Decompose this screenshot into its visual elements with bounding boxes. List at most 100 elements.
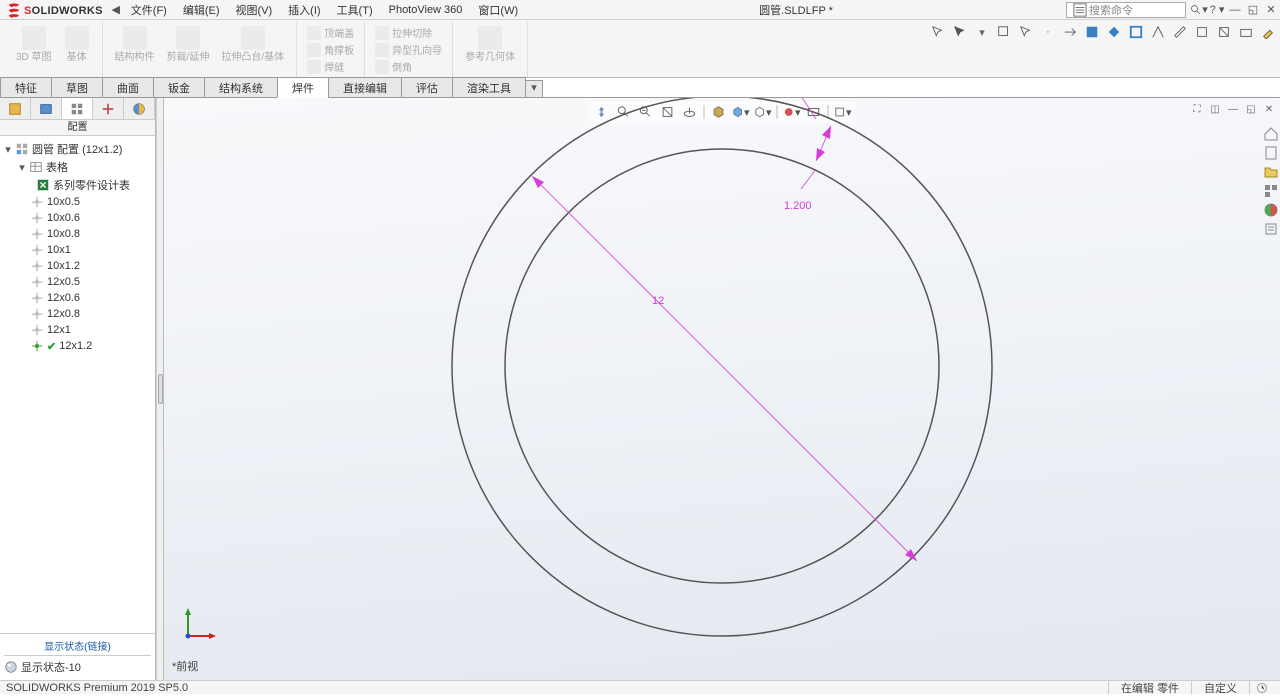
ribbon-dash-icon[interactable]: ·	[1040, 24, 1056, 40]
diameter-dim-text[interactable]: 12	[652, 295, 664, 307]
tree-root-label: 圆管 配置 (12x1.2)	[32, 141, 122, 157]
ribbon-pointer-icon[interactable]	[1018, 24, 1034, 40]
tp-view-palette-icon[interactable]	[1263, 183, 1279, 199]
tp-resources-icon[interactable]	[1263, 145, 1279, 161]
tab-render[interactable]: 渲染工具	[452, 77, 526, 98]
tp-appearances-icon[interactable]	[1263, 202, 1279, 218]
ribbon-marker-icon[interactable]	[996, 24, 1012, 40]
tab-structsys[interactable]: 结构系统	[204, 77, 278, 98]
ribbon-origin-icon[interactable]	[1150, 24, 1166, 40]
view-triad[interactable]	[178, 606, 218, 646]
ribbon-ruler-icon[interactable]	[1172, 24, 1188, 40]
ribbon-blue1-icon[interactable]	[1084, 24, 1100, 40]
command-search[interactable]: 搜索命令	[1066, 2, 1186, 18]
ribbon-cut[interactable]: 拉伸切除	[371, 24, 446, 41]
dim-arrow-icon	[822, 126, 831, 139]
ribbon-chamfer[interactable]: 倒角	[371, 58, 446, 75]
ribbon-select2-icon[interactable]	[952, 24, 968, 40]
tree-config-item[interactable]: 10x0.6	[2, 210, 153, 226]
ribbon-shape3-icon[interactable]	[1238, 24, 1254, 40]
tab-sheetmetal[interactable]: 钣金	[153, 77, 205, 98]
menu-window[interactable]: 窗口(W)	[470, 0, 526, 19]
vp-close[interactable]: ✕	[1262, 102, 1276, 116]
ribbon-blue3-icon[interactable]	[1128, 24, 1144, 40]
menu-view[interactable]: 视图(V)	[228, 0, 281, 19]
vp-minimize[interactable]: —	[1226, 102, 1240, 116]
vp-link-icon[interactable]: ⛶	[1190, 102, 1204, 116]
ribbon-base[interactable]: 基体	[58, 24, 96, 65]
mgr-tab-display[interactable]	[124, 98, 155, 119]
status-rebuild-icon[interactable]	[1249, 681, 1274, 694]
splitter[interactable]	[156, 98, 164, 680]
diameter-dim-line[interactable]	[532, 176, 917, 561]
tab-evaluate[interactable]: 评估	[401, 77, 453, 98]
ribbon-weldbead[interactable]: 焊缝	[303, 58, 358, 75]
ribbon-trim[interactable]: 剪裁/延伸	[161, 24, 216, 65]
ribbon-hole[interactable]: 异型孔向导	[371, 41, 446, 58]
display-state-item[interactable]: 显示状态-10	[4, 658, 151, 676]
status-bar: SOLIDWORKS Premium 2019 SP5.0 在编辑 零件 自定义	[0, 680, 1280, 694]
ribbon-leader-icon[interactable]	[1062, 24, 1078, 40]
twisty-icon[interactable]: ▾	[2, 143, 14, 155]
ribbon-shape2-icon[interactable]	[1216, 24, 1232, 40]
window-restore[interactable]: ◱	[1244, 0, 1262, 20]
tree-config-item[interactable]: 10x1	[2, 242, 153, 258]
tab-directedit[interactable]: 直接编辑	[328, 77, 402, 98]
tree-design-table[interactable]: 系列零件设计表	[2, 176, 153, 194]
ribbon-endcap[interactable]: 顶端盖	[303, 24, 358, 41]
tree-config-item[interactable]: 10x0.5	[2, 194, 153, 210]
twisty-icon[interactable]: ▾	[16, 161, 28, 173]
ribbon-refgeom[interactable]: 参考几何体	[459, 24, 521, 65]
menu-photoview[interactable]: PhotoView 360	[381, 0, 471, 19]
tree-root[interactable]: ▾ 圆管 配置 (12x1.2)	[2, 140, 153, 158]
tp-library-icon[interactable]	[1263, 164, 1279, 180]
ribbon-select-icon[interactable]	[930, 24, 946, 40]
config-icon	[30, 307, 44, 321]
tab-features[interactable]: 特征	[0, 77, 52, 98]
menu-tools[interactable]: 工具(T)	[329, 0, 381, 19]
vp-split-icon[interactable]: ◫	[1208, 102, 1222, 116]
logo-s: S	[24, 5, 32, 17]
ribbon-gusset[interactable]: 角撑板	[303, 41, 358, 58]
mgr-tab-dimxpert[interactable]	[93, 98, 124, 119]
status-custom[interactable]: 自定义	[1191, 681, 1249, 694]
ribbon-group-caps: 顶端盖 角撑板 焊缝	[297, 22, 365, 77]
ribbon-highlight-icon[interactable]	[1260, 24, 1276, 40]
window-minimize[interactable]: —	[1226, 0, 1244, 20]
tp-custom-props-icon[interactable]	[1263, 221, 1279, 237]
ribbon-blue2-icon[interactable]	[1106, 24, 1122, 40]
ribbon-dropdown-icon[interactable]: ▾	[974, 24, 990, 40]
tree-config-item[interactable]: 12x1	[2, 322, 153, 338]
mgr-tab-config[interactable]	[62, 98, 93, 119]
mgr-tab-property[interactable]	[31, 98, 62, 119]
tree-config-item[interactable]: 10x1.2	[2, 258, 153, 274]
tab-surface[interactable]: 曲面	[102, 77, 154, 98]
tree-tables[interactable]: ▾ 表格	[2, 158, 153, 176]
tree-config-item[interactable]: 10x0.8	[2, 226, 153, 242]
config-label: 10x0.5	[47, 196, 80, 208]
thickness-ext-line	[801, 169, 816, 189]
mgr-tab-feature[interactable]	[0, 98, 31, 119]
menu-edit[interactable]: 编辑(E)	[175, 0, 228, 19]
menu-file[interactable]: 文件(F)	[123, 0, 175, 19]
menu-insert[interactable]: 插入(I)	[280, 0, 328, 19]
window-close[interactable]: ✕	[1262, 0, 1280, 20]
ribbon-3dsketch[interactable]: 3D 草图	[10, 24, 58, 65]
tree-config-item[interactable]: ✔12x1.2	[2, 338, 153, 354]
ribbon-structmember[interactable]: 结构构件	[109, 24, 161, 65]
ribbon-shape1-icon[interactable]	[1194, 24, 1210, 40]
help-dropdown[interactable]: ? ▾	[1208, 0, 1226, 20]
tree-config-item[interactable]: 12x0.5	[2, 274, 153, 290]
tab-overflow[interactable]: ▾	[525, 80, 543, 97]
search-dropdown[interactable]: ▾	[1190, 0, 1208, 20]
tab-sketch[interactable]: 草图	[51, 77, 103, 98]
menu-collapse-arrow[interactable]: ◀	[109, 3, 123, 16]
thickness-dim-text[interactable]: 1.200	[784, 200, 812, 212]
graphics-viewport[interactable]: ▾ ▾ ▾ ▾ ⛶ ◫ — ◱ ✕	[164, 98, 1280, 680]
tab-weldments[interactable]: 焊件	[277, 77, 329, 98]
ribbon-extrude[interactable]: 拉伸凸台/基体	[215, 24, 290, 65]
vp-maximize[interactable]: ◱	[1244, 102, 1258, 116]
tp-home-icon[interactable]	[1263, 126, 1279, 142]
tree-config-item[interactable]: 12x0.8	[2, 306, 153, 322]
tree-config-item[interactable]: 12x0.6	[2, 290, 153, 306]
